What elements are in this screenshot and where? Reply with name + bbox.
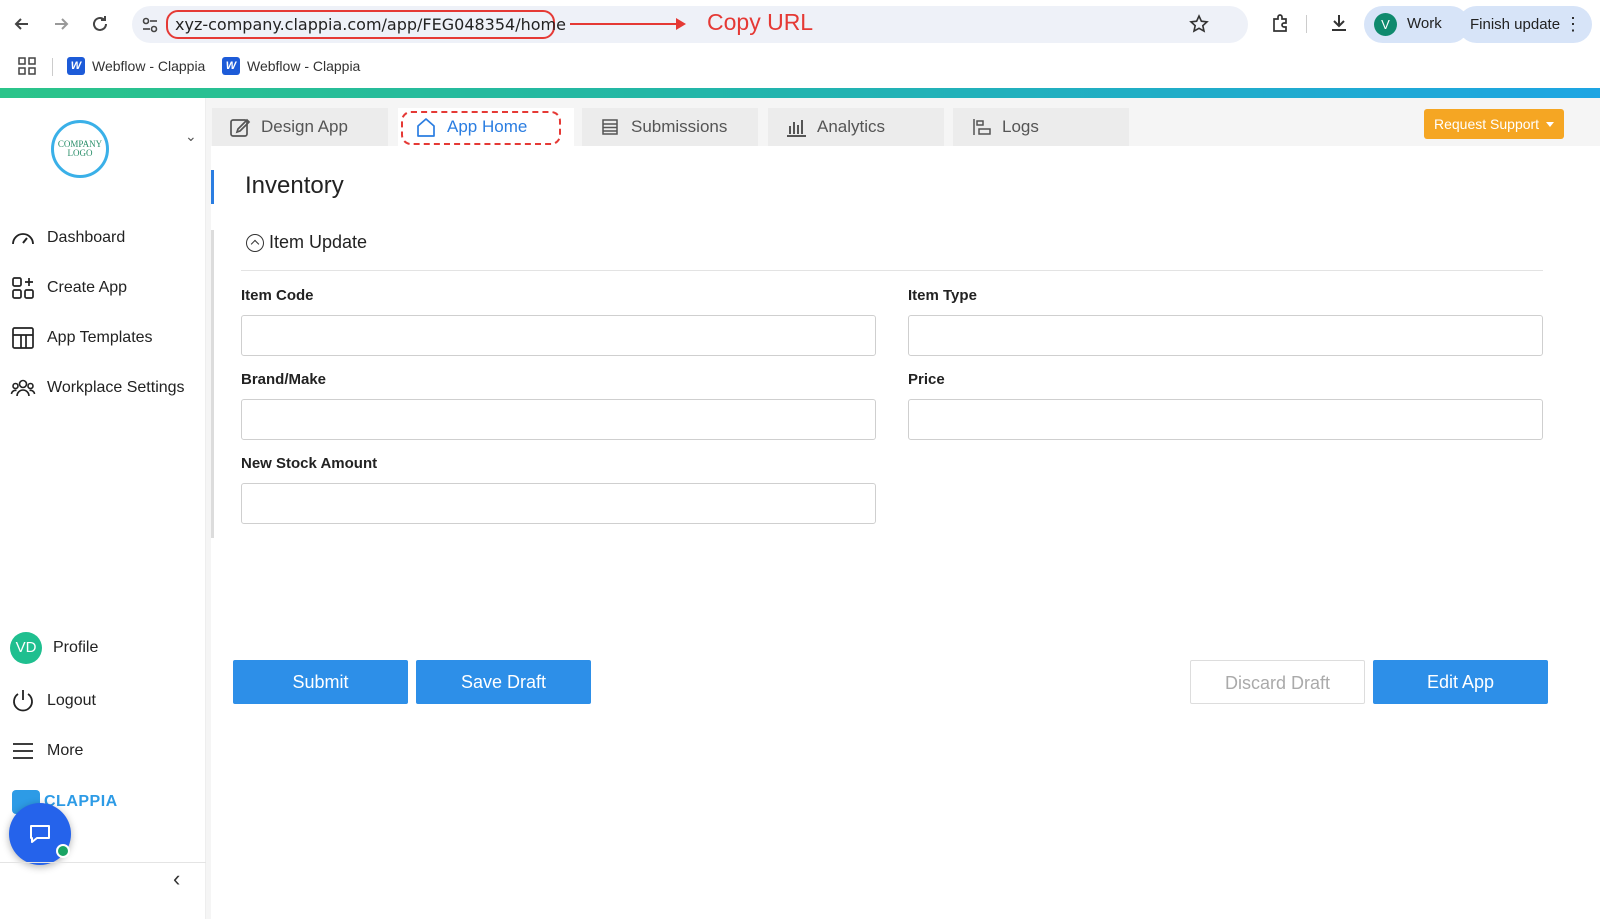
section-divider bbox=[241, 270, 1543, 271]
forward-arrow-icon[interactable] bbox=[49, 12, 73, 36]
company-logo[interactable]: COMPANY LOGO bbox=[51, 120, 109, 178]
page-title: Inventory bbox=[245, 172, 344, 199]
company-logo-text: COMPANY LOGO bbox=[57, 139, 103, 158]
sidebar-item-label: Logout bbox=[47, 692, 96, 709]
item-code-label: Item Code bbox=[241, 287, 314, 304]
annotation-highlight bbox=[401, 111, 561, 145]
annotation-copy-url: Copy URL bbox=[707, 9, 814, 35]
sidebar-item-label: More bbox=[47, 742, 84, 759]
bookmark-label: Webflow - Clappia bbox=[247, 58, 361, 74]
section-title: Item Update bbox=[269, 232, 368, 252]
download-icon[interactable] bbox=[1328, 12, 1350, 34]
people-icon bbox=[10, 379, 36, 397]
chevron-left-icon[interactable]: ‹ bbox=[173, 866, 180, 892]
profile-avatar: V bbox=[1374, 13, 1397, 36]
tab-submissions[interactable]: Submissions bbox=[582, 108, 758, 146]
sidebar-item-label: Create App bbox=[47, 279, 128, 296]
bookmark-label: Webflow - Clappia bbox=[92, 58, 206, 74]
sidebar-item-label: Workplace Settings bbox=[47, 379, 185, 396]
tab-design-app[interactable]: Design App bbox=[212, 108, 388, 146]
bookmark-item[interactable]: W Webflow - Clappia bbox=[67, 56, 205, 76]
sidebar-item-app-templates[interactable]: App Templates bbox=[10, 323, 153, 353]
edit-app-button[interactable]: Edit App bbox=[1373, 660, 1548, 704]
sidebar-divider bbox=[0, 862, 206, 863]
list-icon bbox=[602, 119, 618, 135]
finish-update-label: Finish update bbox=[1470, 16, 1561, 33]
form-panel: Inventory Item Update Item Code Item Typ… bbox=[211, 146, 1600, 919]
sidebar-item-profile[interactable]: VD Profile bbox=[10, 632, 99, 664]
finish-update-button[interactable]: Finish update ⋮ bbox=[1458, 6, 1592, 43]
header-gradient-bar bbox=[0, 88, 1600, 98]
new-stock-amount-input[interactable] bbox=[241, 483, 876, 524]
bookmarks-separator bbox=[52, 58, 53, 76]
sidebar-item-label: Profile bbox=[53, 639, 99, 656]
apps-grid-icon[interactable] bbox=[18, 57, 36, 75]
bar-chart-icon bbox=[787, 120, 806, 137]
profile-label: Work bbox=[1407, 15, 1442, 32]
sidebar-item-label: Dashboard bbox=[47, 229, 126, 246]
online-status-dot bbox=[56, 844, 70, 858]
brand-make-label: Brand/Make bbox=[241, 371, 327, 388]
item-code-input[interactable] bbox=[241, 315, 876, 356]
kebab-menu-icon[interactable]: ⋮ bbox=[1564, 12, 1582, 36]
template-icon bbox=[12, 327, 34, 349]
section-accent-bar bbox=[211, 230, 214, 538]
sidebar-item-workplace-settings[interactable]: Workplace Settings bbox=[10, 373, 185, 403]
price-label: Price bbox=[908, 371, 945, 388]
url-text[interactable]: xyz-company.clappia.com/app/FEG048354/ho… bbox=[166, 10, 566, 39]
browser-profile-button[interactable]: V Work bbox=[1364, 6, 1469, 43]
sidebar-item-create-app[interactable]: Create App bbox=[10, 273, 127, 303]
logs-icon bbox=[973, 119, 991, 135]
submit-button[interactable]: Submit bbox=[233, 660, 408, 704]
tab-label: Analytics bbox=[817, 117, 886, 136]
section-header[interactable]: Item Update bbox=[246, 232, 367, 253]
grid-plus-icon bbox=[12, 277, 34, 299]
title-accent-bar bbox=[211, 170, 214, 204]
hamburger-menu-icon bbox=[13, 743, 33, 759]
discard-draft-button[interactable]: Discard Draft bbox=[1190, 660, 1365, 704]
toolbar-separator bbox=[1306, 15, 1307, 33]
item-type-input[interactable] bbox=[908, 315, 1543, 356]
sidebar-item-more[interactable]: More bbox=[10, 736, 83, 766]
bookmarks-bar: W Webflow - Clappia W Webflow - Clappia bbox=[0, 48, 1600, 88]
request-support-button[interactable]: Request Support bbox=[1424, 109, 1564, 139]
save-draft-button[interactable]: Save Draft bbox=[416, 660, 591, 704]
bookmark-star-icon[interactable] bbox=[1189, 14, 1209, 34]
brand-make-input[interactable] bbox=[241, 399, 876, 440]
tab-app-home[interactable]: App Home bbox=[398, 108, 574, 146]
webflow-icon: W bbox=[222, 57, 240, 75]
back-arrow-icon[interactable] bbox=[10, 12, 34, 36]
power-icon bbox=[13, 690, 33, 712]
sidebar: COMPANY LOGO ⌄ Dashboard Create App App … bbox=[0, 98, 206, 919]
address-bar[interactable]: xyz-company.clappia.com/app/FEG048354/ho… bbox=[132, 6, 1248, 43]
main-content: Design App App Home Submissions Analytic… bbox=[206, 98, 1600, 919]
new-stock-amount-label: New Stock Amount bbox=[241, 455, 378, 472]
site-info-icon[interactable] bbox=[140, 15, 160, 35]
sidebar-item-label: App Templates bbox=[47, 329, 153, 346]
price-input[interactable] bbox=[908, 399, 1543, 440]
edit-icon bbox=[230, 118, 251, 137]
tab-logs[interactable]: Logs bbox=[953, 108, 1129, 146]
annotation-arrow bbox=[570, 18, 686, 30]
webflow-icon: W bbox=[67, 57, 85, 75]
collapse-circle-icon[interactable] bbox=[246, 233, 264, 252]
item-type-label: Item Type bbox=[908, 287, 977, 304]
extensions-icon[interactable] bbox=[1270, 12, 1292, 34]
reload-icon[interactable] bbox=[88, 12, 112, 36]
chat-bubble-icon bbox=[30, 825, 50, 843]
sidebar-item-dashboard[interactable]: Dashboard bbox=[10, 223, 125, 253]
avatar: VD bbox=[10, 632, 42, 664]
chevron-down-icon[interactable]: ⌄ bbox=[185, 128, 197, 145]
speedometer-icon bbox=[12, 233, 34, 245]
bookmark-item[interactable]: W Webflow - Clappia bbox=[222, 56, 360, 76]
tab-label: Logs bbox=[1002, 117, 1039, 136]
browser-toolbar: xyz-company.clappia.com/app/FEG048354/ho… bbox=[0, 0, 1600, 48]
tab-analytics[interactable]: Analytics bbox=[768, 108, 944, 146]
tab-label: Submissions bbox=[631, 117, 728, 136]
tab-label: Design App bbox=[261, 117, 348, 136]
sidebar-item-logout[interactable]: Logout bbox=[10, 686, 96, 716]
